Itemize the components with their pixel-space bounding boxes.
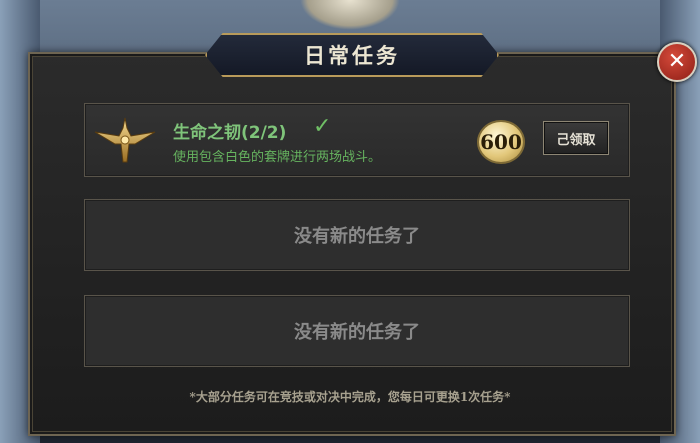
gold-coin-icon: 600: [477, 120, 525, 164]
task-description: 使用包含白色的套牌进行两场战斗。: [173, 150, 382, 165]
dialog-title: 日常任务: [304, 44, 400, 68]
claimed-button[interactable]: 己领取: [543, 121, 609, 155]
close-button[interactable]: ✕: [657, 42, 697, 82]
winged-emblem-icon: [94, 117, 156, 163]
task-name: 生命之韧(2/2): [173, 123, 287, 143]
empty-task-label: 没有新的任务了: [294, 322, 420, 343]
close-icon: ✕: [667, 49, 687, 74]
reward-amount: 600: [480, 130, 522, 154]
check-icon: ✓: [313, 114, 332, 139]
footer-note: *大部分任务可在竞技或对决中完成，您每日可更换1次任务*: [189, 390, 511, 404]
task-row-empty: 没有新的任务了: [84, 295, 630, 367]
top-ornament: [300, 0, 400, 30]
empty-task-label: 没有新的任务了: [294, 226, 420, 247]
task-row-empty: 没有新的任务了: [84, 199, 630, 271]
title-plate: 日常任务: [205, 33, 499, 77]
task-row-active: 生命之韧(2/2) ✓ 使用包含白色的套牌进行两场战斗。 600 己领取: [84, 103, 630, 177]
